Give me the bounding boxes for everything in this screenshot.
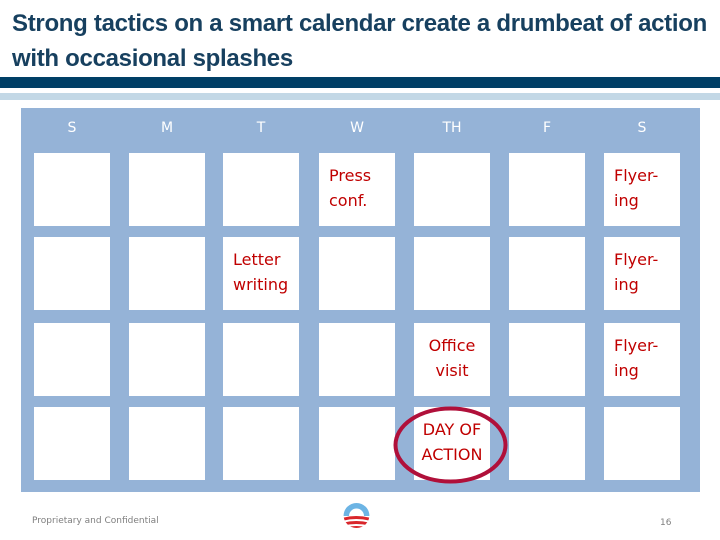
campaign-logo-icon [343,502,370,528]
event-label-line: Flyer- [614,336,659,355]
day-header-4: TH [442,120,462,136]
calendar-cell [414,237,490,310]
calendar-cell [604,407,680,480]
event-label-line: writing [233,275,289,294]
calendar-cell: Flyer-ing [604,153,680,226]
calendar-cell [223,323,299,396]
calendar-cell [319,407,395,480]
calendar-cell [34,153,110,226]
event-label-line: ing [614,275,639,294]
calendar-cell [509,407,585,480]
footer-confidential: Proprietary and Confidential [32,516,159,526]
day-header-3: W [350,120,364,136]
calendar-cell: Office visit [414,323,490,396]
day-header-6: S [637,120,647,136]
calendar-cell [509,323,585,396]
calendar-cell: Letter writing [223,237,299,310]
day-header-5: F [542,120,552,136]
calendar-cell [223,153,299,226]
event-label-line: conf. [329,191,368,210]
calendar-cell: Flyer-ing [604,237,680,310]
calendar-cell [129,237,205,310]
calendar-cell: Press conf. [319,153,395,226]
event-label-line: Letter [233,250,281,269]
calendar-cell: Flyer-ing [604,323,680,396]
day-header-1: M [160,120,174,136]
page-number: 16 [660,518,672,528]
calendar-cell [509,237,585,310]
event-label-line: Flyer- [614,166,659,185]
highlight-oval [393,406,508,484]
calendar-cell [34,323,110,396]
header-light-bar [0,93,720,100]
day-header-2: T [256,120,266,136]
calendar-cell [129,153,205,226]
calendar-cell [319,323,395,396]
calendar-cell [223,407,299,480]
event-label-line: visit [435,361,469,380]
calendar-cell [414,153,490,226]
highlight-oval-shape [393,406,508,484]
slide-title: Strong tactics on a smart calendar creat… [12,10,707,72]
calendar-cell [319,237,395,310]
event-label-line: Flyer- [614,250,659,269]
day-header-0: S [67,120,77,136]
calendar-grid: S M T W TH F S Press conf. Flyer-ing Letter writing… [21,108,700,492]
calendar-cell [509,153,585,226]
event-label-line: ing [614,361,639,380]
event-label-line: ing [614,191,639,210]
calendar-cell [129,407,205,480]
calendar-cell [34,407,110,480]
header-accent-bar [0,77,720,88]
event-label-line: Press [329,166,372,185]
calendar-cell [129,323,205,396]
event-label-line: Office [428,336,476,355]
calendar-cell [34,237,110,310]
